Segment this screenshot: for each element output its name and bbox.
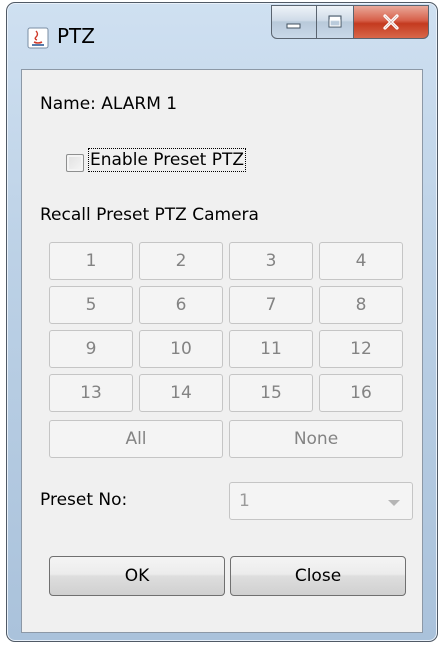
camera-button-11[interactable]: 11 [229, 330, 313, 368]
maximize-icon [328, 15, 342, 28]
camera-button-12[interactable]: 12 [319, 330, 403, 368]
camera-button-16[interactable]: 16 [319, 374, 403, 412]
no-cameras-button[interactable]: None [229, 420, 403, 458]
camera-button-7[interactable]: 7 [229, 286, 313, 324]
all-cameras-button[interactable]: All [49, 420, 223, 458]
camera-button-3[interactable]: 3 [229, 242, 313, 280]
camera-button-5[interactable]: 5 [49, 286, 133, 324]
name-label: Name: ALARM 1 [40, 94, 178, 114]
title-bar[interactable]: PTZ [7, 3, 437, 69]
camera-button-1[interactable]: 1 [49, 242, 133, 280]
camera-button-2[interactable]: 2 [139, 242, 223, 280]
camera-button-4[interactable]: 4 [319, 242, 403, 280]
minimize-button[interactable] [271, 5, 317, 39]
camera-button-9[interactable]: 9 [49, 330, 133, 368]
preset-no-value: 1 [239, 491, 250, 511]
close-window-button[interactable] [354, 5, 429, 39]
enable-preset-checkbox[interactable] [66, 154, 84, 172]
camera-button-15[interactable]: 15 [229, 374, 313, 412]
caption-buttons [271, 5, 429, 39]
window-title: PTZ [57, 24, 95, 48]
recall-preset-label: Recall Preset PTZ Camera [40, 205, 259, 225]
ok-button[interactable]: OK [49, 556, 225, 596]
minimize-icon [286, 23, 301, 29]
camera-button-10[interactable]: 10 [139, 330, 223, 368]
enable-preset-label[interactable]: Enable Preset PTZ [88, 148, 247, 172]
preset-no-select[interactable]: 1 [229, 482, 413, 520]
camera-button-14[interactable]: 14 [139, 374, 223, 412]
dialog-content: Name: ALARM 1 Enable Preset PTZ Recall P… [21, 69, 423, 633]
close-button[interactable]: Close [230, 556, 406, 596]
camera-button-8[interactable]: 8 [319, 286, 403, 324]
maximize-button[interactable] [317, 5, 354, 39]
preset-no-label: Preset No: [40, 490, 128, 510]
ptz-dialog-window: PTZ Name: ALARM 1 Enable Preset PTZ Reca… [6, 2, 438, 642]
java-app-icon [27, 27, 49, 49]
close-icon [383, 14, 399, 30]
camera-button-6[interactable]: 6 [139, 286, 223, 324]
chevron-down-icon [388, 500, 400, 506]
camera-button-13[interactable]: 13 [49, 374, 133, 412]
